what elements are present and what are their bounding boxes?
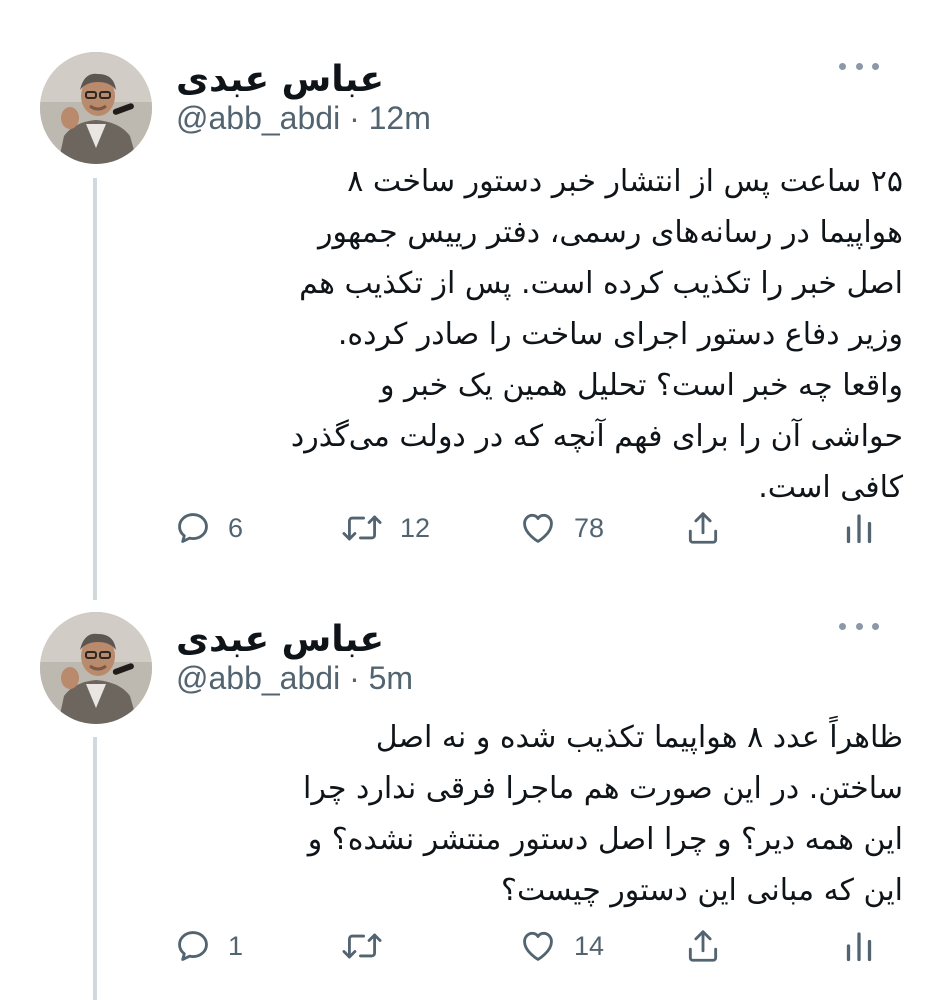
retweet-button[interactable]: 12: [340, 498, 430, 558]
analytics-icon: [846, 932, 872, 962]
tweet-text-line: ظاهراً عدد ۸ هواپیما تکذیب شده و نه اصل: [375, 720, 903, 755]
timestamp[interactable]: 12m: [369, 100, 431, 136]
tweet-text-line: واقعا چه خبر است؟ تحلیل همین یک خبر و: [379, 368, 903, 403]
analytics-button[interactable]: [844, 916, 874, 976]
retweet-count: 12: [400, 512, 431, 543]
reply-button[interactable]: 6: [174, 498, 243, 558]
tweet[interactable]: عباس عبدی @abb_abdi · 12m ۲۵ ساعت پس از …: [0, 52, 939, 572]
tweet[interactable]: عباس عبدی @abb_abdi · 5m ظاهراً عدد ۸ هو…: [0, 612, 939, 1000]
analytics-icon: [846, 514, 872, 544]
analytics-button[interactable]: [844, 498, 874, 558]
tweet-header: عباس عبدی @abb_abdi · 12m: [176, 52, 909, 162]
action-bar: 1 14: [170, 916, 899, 976]
author-handle[interactable]: @abb_abdi: [176, 660, 340, 696]
reply-count: 6: [228, 512, 244, 543]
tweet-text: ظاهراً عدد ۸ هواپیما تکذیب شده و نه اصل …: [176, 712, 903, 916]
reply-icon: [178, 513, 208, 543]
tweet-text-line: این همه دیر؟ و چرا اصل دستور منتشر نشده؟…: [307, 822, 903, 857]
avatar[interactable]: [40, 52, 152, 164]
reply-icon: [178, 931, 208, 961]
author-handle[interactable]: @abb_abdi: [176, 100, 340, 136]
tweet-header: عباس عبدی @abb_abdi · 5m: [176, 612, 909, 722]
tweet-text-line: اصل خبر را تکذیب کرده است. پس از تکذیب ه…: [299, 266, 903, 301]
share-icon: [688, 512, 718, 544]
separator-dot: ·: [349, 660, 360, 696]
separator-dot: ·: [349, 100, 360, 136]
more-icon[interactable]: [839, 56, 879, 76]
tweet-text-line: این که مبانی این دستور چیست؟: [501, 873, 903, 908]
share-button[interactable]: [684, 916, 722, 976]
reply-count: 1: [228, 930, 244, 961]
tweet-text-line: وزیر دفاع دستور اجرای ساخت را صادر کرده.: [337, 317, 903, 352]
like-count: 14: [574, 930, 605, 961]
timestamp[interactable]: 5m: [369, 660, 413, 696]
retweet-icon: [342, 933, 382, 959]
share-button[interactable]: [684, 498, 722, 558]
retweet-button[interactable]: [340, 916, 400, 976]
tweet-text-line: ۲۵ ساعت پس از انتشار خبر دستور ساخت ۸: [347, 164, 903, 199]
like-button[interactable]: 14: [518, 916, 604, 976]
heart-icon: [523, 931, 553, 961]
like-button[interactable]: 78: [518, 498, 604, 558]
action-bar: 6 12 78: [170, 498, 899, 558]
heart-icon: [523, 513, 553, 543]
avatar[interactable]: [40, 612, 152, 724]
tweet-text: ۲۵ ساعت پس از انتشار خبر دستور ساخت ۸ هو…: [176, 156, 903, 513]
tweet-text-line: هواپیما در رسانه‌های رسمی، دفتر رییس جمه…: [317, 215, 903, 250]
handle-row: @abb_abdi · 5m: [176, 656, 413, 700]
like-count: 78: [574, 512, 605, 543]
more-icon[interactable]: [839, 616, 879, 636]
share-icon: [688, 930, 718, 962]
retweet-icon: [342, 515, 382, 541]
tweet-text-line: ساختن. در این صورت هم ماجرا فرقی ندارد چ…: [303, 771, 903, 806]
tweet-text-line: حواشی آن را برای فهم آنچه که در دولت می‌…: [290, 419, 903, 454]
handle-row: @abb_abdi · 12m: [176, 96, 431, 140]
reply-button[interactable]: 1: [174, 916, 243, 976]
